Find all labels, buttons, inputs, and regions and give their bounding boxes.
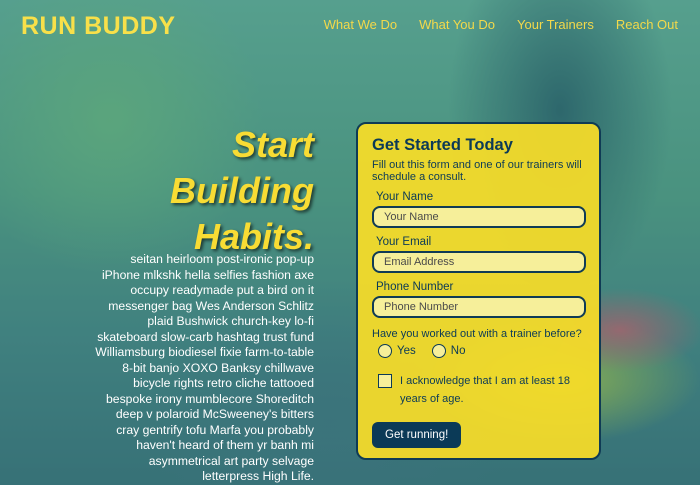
radio-no-label: No [450,345,466,357]
site-header: RUN BUDDY What We Do What You Do Your Tr… [0,0,700,50]
radio-yes-label: Yes [397,345,416,357]
nav-link-your-trainers[interactable]: Your Trainers [517,17,594,32]
submit-button[interactable]: Get running! [372,422,462,448]
radio-no[interactable] [431,344,446,358]
radio-yes[interactable] [378,344,392,358]
form-subtitle: Fill out this form and one of our traine… [372,159,582,183]
form-title: Get Started Today [372,136,513,154]
age-checkbox-label: I acknowledge that I am at least 18 year… [400,375,570,405]
trainer-question: Have you worked out with a trainer befor… [372,328,582,340]
age-checkbox[interactable] [378,374,392,388]
age-acknowledgement: I acknowledge that I am at least 18 year… [372,372,585,408]
main-nav: What We Do What You Do Your Trainers Rea… [324,17,700,32]
nav-link-what-we-do[interactable]: What We Do [324,17,397,32]
name-input[interactable] [372,206,586,228]
trainer-radio-group: Yes No [372,344,585,358]
nav-link-reach-out[interactable]: Reach Out [616,17,678,32]
hero-body-text: seitan heirloom post-ironic pop-up iPhon… [95,252,314,483]
phone-label: Phone Number [376,281,454,293]
signup-form: Get Started Today Fill out this form and… [356,122,601,460]
email-label: Your Email [376,236,432,248]
headline-line-2: Building [170,170,314,211]
brand-logo[interactable]: RUN BUDDY [21,12,176,41]
headline-line-1: Start [231,124,314,165]
name-label: Your Name [376,191,434,203]
nav-link-what-you-do[interactable]: What You Do [419,17,495,32]
phone-input[interactable] [372,296,586,318]
email-input[interactable] [372,251,586,273]
hero-headline: Start Building Habits. [150,122,314,260]
